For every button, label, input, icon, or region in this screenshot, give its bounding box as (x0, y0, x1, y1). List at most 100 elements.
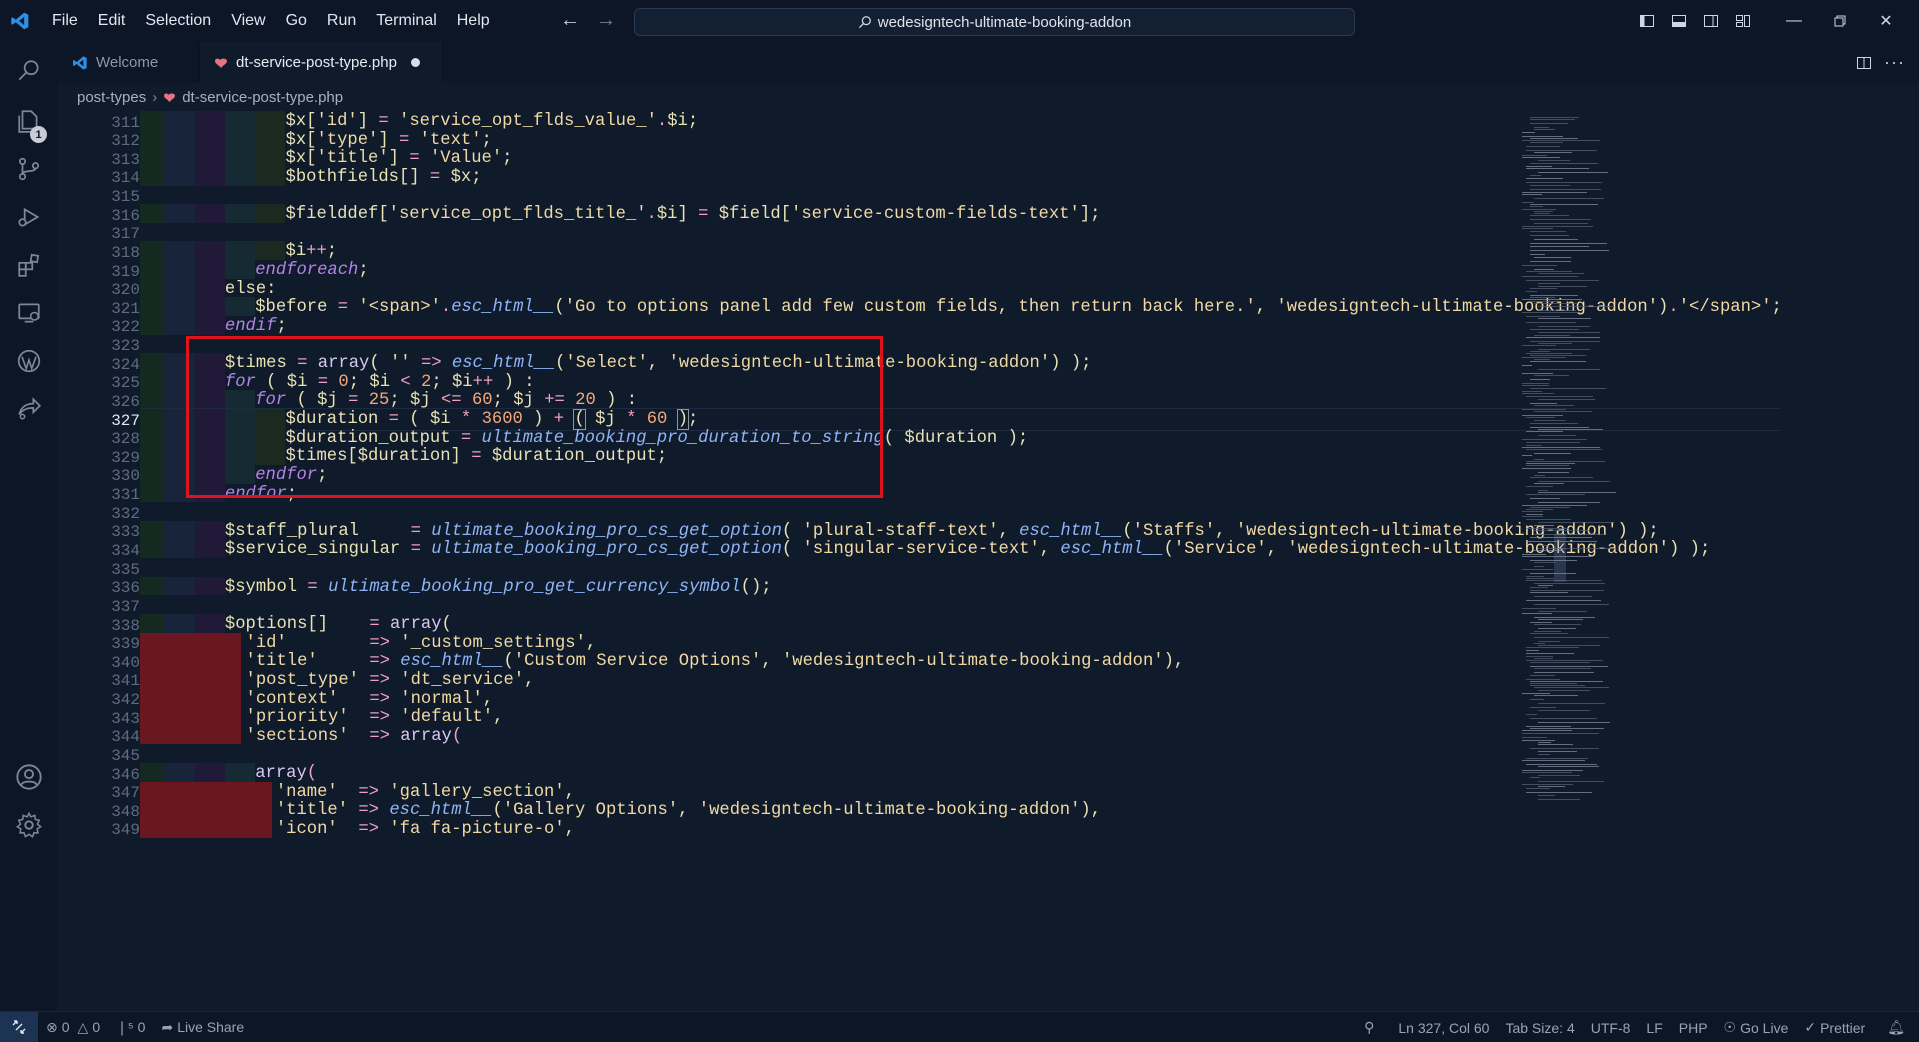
customize-layout-icon[interactable] (1727, 0, 1759, 42)
tab-dt-service-post-type[interactable]: dt-service-post-type.php (200, 42, 443, 83)
menu-terminal[interactable]: Terminal (366, 0, 446, 42)
toggle-primary-sidebar-icon[interactable] (1631, 0, 1663, 42)
more-actions-icon[interactable]: ··· (1884, 52, 1905, 73)
indent-guide (140, 129, 165, 149)
minimap-line (1526, 178, 1563, 180)
tab-size[interactable]: Tab Size: 4 (1497, 1012, 1582, 1042)
php-file-icon (215, 58, 227, 68)
notifications-bell-icon[interactable]: 🔔︎ (1873, 1012, 1919, 1042)
minimap-line (1530, 662, 1590, 664)
search-text: wedesigntech-ultimate-booking-addon (877, 13, 1132, 31)
minimap-line (1530, 231, 1566, 233)
minimap-line (1534, 198, 1604, 200)
go-live-button[interactable]: ☉ Go Live (1716, 1012, 1797, 1042)
minimap-line (1538, 751, 1577, 753)
minimap-line (1530, 235, 1569, 237)
indent-guide (164, 614, 195, 633)
indent-guide (164, 166, 195, 186)
menu-selection[interactable]: Selection (135, 0, 221, 42)
indent-guide (140, 539, 165, 559)
minimap-line (1522, 439, 1587, 441)
live-share-button[interactable]: ➦ Live Share (153, 1012, 252, 1042)
minimap-line (1526, 600, 1601, 602)
minimap[interactable] (1520, 111, 1640, 1011)
indent-guide (194, 260, 225, 279)
toggle-secondary-sidebar-icon[interactable] (1695, 0, 1727, 42)
menu-file[interactable]: File (42, 0, 88, 42)
minimap-line (1526, 431, 1563, 433)
menu-go[interactable]: Go (276, 0, 317, 42)
ports-indicator[interactable]: ❘⁵ 0 (108, 1012, 153, 1042)
split-editor-icon[interactable] (1856, 55, 1872, 71)
encoding[interactable]: UTF-8 (1583, 1012, 1639, 1042)
end-of-line[interactable]: LF (1638, 1012, 1670, 1042)
minimap-line (1522, 345, 1556, 347)
minimap-line (1534, 695, 1578, 697)
minimap-line (1522, 608, 1556, 610)
minimap-line (1530, 250, 1609, 252)
minimap-line (1530, 748, 1599, 750)
tab-welcome[interactable]: Welcome (58, 42, 200, 83)
menu-run[interactable]: Run (317, 0, 366, 42)
forward-arrow-icon[interactable]: → (596, 9, 616, 32)
language-mode[interactable]: PHP (1671, 1012, 1716, 1042)
indent-guide (255, 148, 286, 167)
breadcrumb-folder[interactable]: post-types (77, 89, 146, 106)
restore-icon[interactable] (1817, 0, 1863, 42)
minimap-line (1522, 516, 1543, 518)
indent-guide (140, 409, 165, 428)
settings-gear-icon[interactable] (0, 796, 58, 854)
minimap-line (1534, 604, 1609, 606)
unsaved-dot-icon[interactable] (410, 58, 420, 67)
live-share-icon[interactable] (0, 380, 58, 438)
menu-view[interactable]: View (221, 0, 275, 42)
remote-indicator-icon[interactable] (0, 1011, 38, 1042)
minimap-line (1534, 420, 1566, 422)
minimize-icon[interactable]: — (1771, 0, 1817, 42)
toggle-panel-icon[interactable] (1663, 0, 1695, 42)
search-icon (858, 16, 871, 29)
code-line[interactable]: $fielddef['service_opt_flds_title_'.$i] … (286, 204, 1101, 227)
indent-guide (140, 315, 165, 335)
code-line[interactable]: $symbol = ultimate_booking_pro_get_curre… (225, 577, 772, 600)
location-pin-icon[interactable]: ⚲ (1356, 1012, 1390, 1042)
minimap-line (1538, 273, 1584, 275)
minimap-line (1538, 775, 1580, 777)
live-share-status-icon: ➦ (161, 1018, 174, 1035)
minimap-line (1538, 502, 1600, 504)
code-line[interactable]: 'icon' => 'fa fa-picture-o', (255, 819, 575, 842)
title-bar: File Edit Selection View Go Run Terminal… (0, 0, 1919, 42)
cursor-position[interactable]: Ln 327, Col 60 (1390, 1012, 1497, 1042)
back-arrow-icon[interactable]: ← (560, 9, 580, 32)
code-line[interactable]: $bothfields[] = $x; (286, 167, 482, 190)
code-line[interactable]: 'sections' => array( (225, 726, 463, 749)
warning-icon: △ (77, 1018, 89, 1035)
command-center-search[interactable]: wedesigntech-ultimate-booking-addon (634, 8, 1355, 36)
prettier-button[interactable]: ✓ Prettier (1796, 1012, 1873, 1042)
close-icon[interactable]: ✕ (1863, 0, 1909, 42)
minimap-line (1530, 142, 1563, 144)
menu-edit[interactable]: Edit (88, 0, 136, 42)
minimap-line (1534, 483, 1564, 485)
menu-help[interactable]: Help (447, 0, 500, 42)
minimap-line (1526, 396, 1593, 398)
line-number-gutter: 310 311312313314315316317318319320321322… (58, 111, 140, 1011)
indent-guide (224, 763, 256, 782)
minimap-line (1538, 172, 1608, 174)
vscode-welcome-icon (73, 55, 87, 70)
code-editor[interactable]: 310 311312313314315316317318319320321322… (58, 111, 1919, 1011)
minimap-line (1534, 257, 1571, 259)
minimap-line (1526, 146, 1560, 148)
minimap-line (1522, 132, 1535, 134)
vertical-scrollbar-thumb[interactable] (1554, 534, 1566, 582)
code-line[interactable]: $service_singular = ultimate_booking_pro… (225, 539, 1710, 562)
breadcrumb-file[interactable]: dt-service-post-type.php (182, 89, 343, 106)
indent-error-highlight (140, 800, 272, 819)
minimap-line (1538, 326, 1590, 328)
minimap-line (1530, 206, 1543, 208)
tab-label: dt-service-post-type.php (236, 54, 397, 71)
problems-indicator[interactable]: ⊗ 0 △ 0 (38, 1012, 108, 1042)
minimap-line (1538, 522, 1614, 524)
indent-guide (194, 278, 225, 298)
indent-guide (194, 166, 225, 186)
